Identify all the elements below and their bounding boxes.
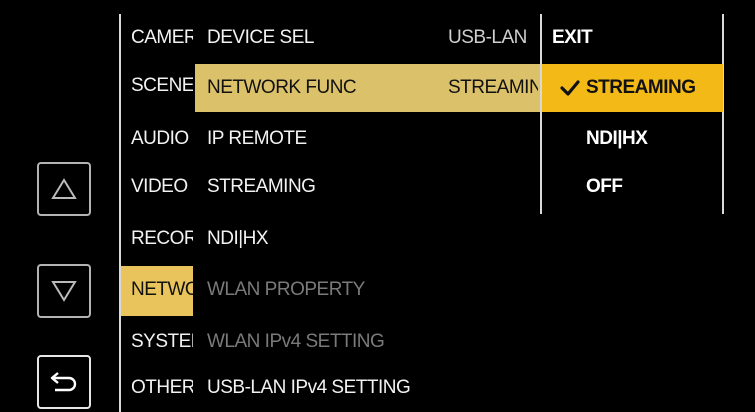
category-system[interactable]: SYSTEM [121, 318, 193, 366]
menu-item-streaming[interactable]: STREAMING [195, 163, 540, 211]
category-network[interactable]: NETWORK [121, 266, 193, 316]
triangle-down-icon [51, 281, 77, 302]
menu-item-ndi-hx[interactable]: NDI|HX [195, 215, 540, 263]
menu-item-wlan-property: WLAN PROPERTY [207, 279, 365, 300]
option-streaming[interactable]: STREAMING [542, 64, 723, 112]
option-off[interactable]: OFF [542, 163, 723, 211]
triangle-up-icon [51, 178, 77, 199]
menu-item-device-sel[interactable]: DEVICE SEL USB-LAN [195, 14, 540, 62]
option-exit[interactable]: EXIT [542, 14, 723, 62]
scroll-up-button[interactable] [37, 162, 91, 216]
category-scene[interactable]: SCENE [121, 62, 193, 110]
option-ndi-hx[interactable]: NDI|HX [542, 115, 723, 163]
category-recording[interactable]: RECORDING [121, 215, 193, 263]
back-button[interactable] [37, 355, 91, 409]
menu-item-wlan-ipv4-setting: WLAN IPv4 SETTING [207, 331, 385, 352]
category-camera[interactable]: CAMERA [121, 14, 193, 62]
menu-item-usb-lan-ipv4-setting[interactable]: USB-LAN IPv4 SETTING [195, 364, 540, 412]
category-video-out[interactable]: VIDEO OUT [121, 163, 193, 211]
category-audio[interactable]: AUDIO [121, 115, 193, 163]
category-others[interactable]: OTHERS [121, 364, 193, 412]
menu-item-network-func[interactable]: NETWORK FUNC STREAMING [195, 64, 540, 112]
device-sel-value: USB-LAN [448, 27, 527, 48]
return-arrow-icon [50, 372, 77, 392]
menu-item-ip-remote[interactable]: IP REMOTE [195, 115, 540, 163]
scroll-down-button[interactable] [37, 264, 91, 318]
network-func-value: STREAMING [448, 77, 538, 98]
